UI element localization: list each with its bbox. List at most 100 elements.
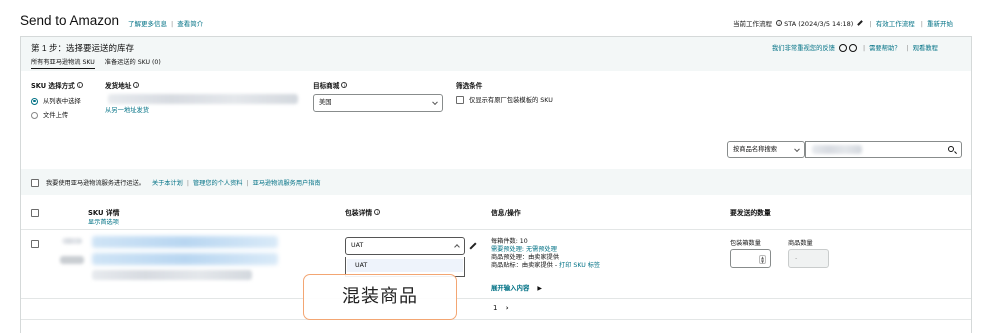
divider (21, 298, 971, 299)
packing-select-value: UAT (351, 242, 364, 249)
edit-pencil-icon[interactable] (857, 20, 864, 26)
about-program-link[interactable]: 关于本计划 (152, 180, 183, 187)
ship-from-other-link[interactable]: 从另一地址发货 (105, 105, 149, 114)
step-title: 第 1 步：选择要运送的库存 (31, 43, 134, 53)
tab-ready-to-ship-sku[interactable]: 准备运送的 SKU (0) (105, 57, 161, 66)
select-all-checkbox[interactable] (31, 209, 39, 217)
units-per-box: 每箱件数: 10 (491, 238, 528, 245)
feedback-link[interactable]: 我们非常重视您的反馈 (772, 45, 835, 52)
sku-tabs: 所有有亚马逊物流 SKU 准备运送的 SKU (0) (31, 57, 169, 69)
prep-required-link[interactable]: 需要预处理: 无需预处理 (491, 246, 600, 254)
search-type-value: 按商品名称搜索 (733, 146, 778, 153)
frown-face-icon[interactable] (848, 44, 857, 52)
show-selected-link[interactable]: 显示首选项 (88, 217, 119, 226)
row-checkbox[interactable] (31, 240, 39, 248)
spinner-arrows-icon[interactable]: ▲ ▼ (759, 255, 766, 264)
page-number[interactable]: 1 (493, 304, 497, 312)
item-label-text: 商品贴标：由卖家提供 - (491, 262, 560, 269)
separator: | (920, 20, 923, 28)
sku-method-label: SKU 选择方式 (31, 82, 75, 90)
info-icon[interactable]: i (776, 20, 783, 26)
manage-profile-link[interactable]: 管理您的个人资料 (193, 180, 243, 187)
marketplace-group: 目标商城 i (313, 80, 348, 90)
ship-from-label: 发货地址 (105, 82, 132, 90)
packing-details-header-group: 包装详情 i (345, 207, 381, 217)
conditions-checkbox-label: 仅显示有原厂包装模板的 SKU (469, 97, 553, 104)
sku-image-redacted (62, 238, 82, 244)
sku-title-redacted-2 (92, 253, 278, 265)
sku-method-group: SKU 选择方式 i 从列表中选择 文件上传 (31, 80, 83, 119)
packing-details-header: 包装详情 (345, 209, 373, 217)
conditions-checkbox-row[interactable]: 仅显示有原厂包装模板的 SKU (456, 95, 553, 104)
overlay-caption: 混装商品 (303, 274, 457, 320)
conditions-group: 筛选条件 (456, 80, 482, 90)
separator: | (906, 45, 909, 52)
partnered-checkbox-label: 我要使用亚马逊物流服务进行运送。 (45, 180, 145, 187)
item-qty-field: - (788, 249, 829, 268)
chevron-down-icon (794, 145, 800, 152)
divider (21, 319, 971, 320)
page-title: Send to Amazon (20, 13, 120, 28)
separator: | (863, 45, 866, 52)
radio-button[interactable] (31, 111, 38, 119)
expand-input-row[interactable]: 展开输入内容 ▶ (491, 283, 542, 292)
info-action-header: 信息/操作 (491, 209, 521, 217)
view-intro-link[interactable]: 查看简介 (177, 20, 203, 28)
search-button[interactable] (942, 141, 962, 158)
marketplace-value: 美国 (319, 99, 332, 106)
tab-all-fba-sku[interactable]: 所有有亚马逊物流 SKU (31, 57, 95, 69)
sku-id-redacted (92, 270, 252, 280)
radio-label: 从列表中选择 (43, 98, 81, 105)
item-prep: 商品预处理：由卖家提供 (491, 254, 560, 261)
info-icon[interactable]: i (133, 82, 140, 88)
info-icon[interactable]: i (76, 82, 83, 88)
header-links: 了解更多信息 | 查看简介 (128, 18, 203, 28)
learn-more-link[interactable]: 了解更多信息 (128, 20, 167, 28)
ship-from-address-redacted (108, 94, 298, 104)
expand-input-link[interactable]: 展开输入内容 (491, 284, 529, 292)
radio-label: 文件上传 (43, 112, 69, 119)
divider (21, 229, 971, 230)
box-qty-label: 包装箱数量 (730, 240, 761, 247)
qty-to-ship-header: 要发送的数量 (730, 209, 771, 217)
smile-face-icon[interactable] (838, 44, 847, 52)
checkbox[interactable] (456, 96, 464, 104)
checkbox[interactable] (31, 179, 39, 187)
view-tutorial-link[interactable]: 观看教程 (913, 45, 938, 52)
radio-from-list[interactable]: 从列表中选择 (31, 96, 83, 105)
search-icon (948, 146, 954, 152)
search-text-redacted (812, 145, 862, 154)
triangle-right-icon: ▶ (537, 285, 543, 292)
partnered-carrier-row: 我要使用亚马逊物流服务进行运送。 关于本计划 | 管理您的个人资料 | 亚马逊物流服务用… (31, 178, 321, 187)
radio-file-upload[interactable]: 文件上传 (31, 110, 83, 119)
restart-link[interactable]: 重新开始 (927, 20, 953, 28)
pagination: 1 › (493, 304, 509, 312)
sku-details-header: SKU 详情 (88, 209, 120, 217)
workflow-label: 当前工作流程 (733, 20, 772, 28)
user-guide-link[interactable]: 亚马逊物流服务用户指南 (253, 180, 321, 187)
sku-title-redacted (92, 236, 278, 248)
info-icon[interactable]: i (374, 209, 381, 215)
next-page-icon[interactable]: › (506, 304, 509, 312)
feedback-area: 我们非常重视您的反馈 | 需要帮助？ | 观看教程 (772, 43, 938, 52)
separator: | (186, 180, 189, 187)
workflow-info: 当前工作流程 i STA (2024/3/5 14:18) | 有效工作流程 | 重… (733, 18, 953, 28)
box-qty-stepper[interactable]: ▲ ▼ (730, 249, 771, 268)
packing-template-select[interactable]: UAT (345, 237, 465, 255)
dropdown-option[interactable]: UAT (347, 259, 463, 272)
need-help-link[interactable]: 需要帮助？ (869, 45, 900, 52)
item-qty-label: 商品数量 (788, 240, 813, 247)
info-icon[interactable]: i (341, 82, 348, 88)
chevron-up-icon (454, 244, 460, 250)
print-sku-label-link[interactable]: 打印 SKU 标签 (559, 262, 600, 269)
search-type-select[interactable]: 按商品名称搜索 (727, 141, 805, 158)
sku-thumbnail-redacted (60, 256, 84, 264)
info-action-cell: 每箱件数: 10 需要预处理: 无需预处理 商品预处理：由卖家提供 商品贴标：由… (491, 238, 600, 270)
active-workflows-link[interactable]: 有效工作流程 (876, 20, 915, 28)
separator: | (171, 20, 174, 28)
marketplace-select[interactable]: 美国 (313, 94, 443, 112)
item-label-row: 商品贴标：由卖家提供 - 打印 SKU 标签 (491, 262, 600, 270)
radio-button[interactable] (31, 97, 38, 105)
search-input[interactable] (805, 141, 943, 158)
separator: | (246, 180, 249, 187)
